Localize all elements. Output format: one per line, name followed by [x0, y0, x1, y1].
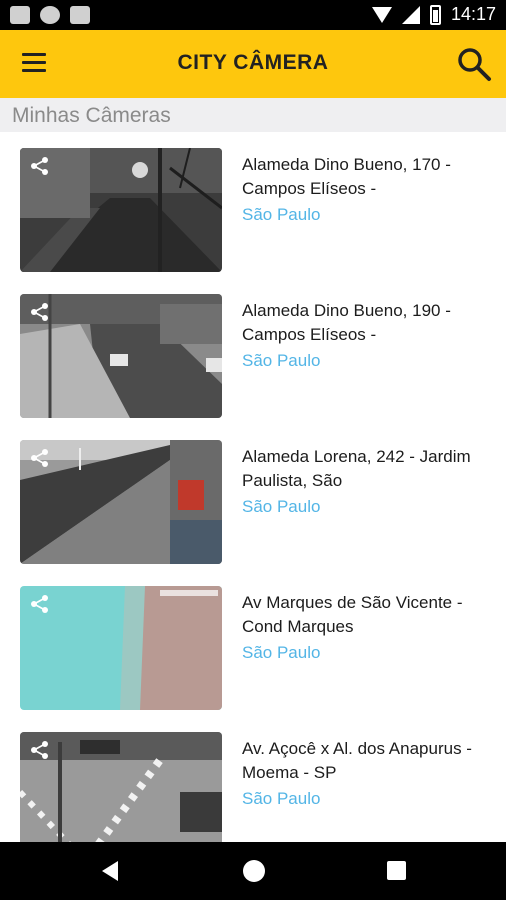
camera-title: Alameda Dino Bueno, 190 - Campos Elíseos… [242, 301, 451, 344]
camera-item[interactable]: Alameda Dino Bueno, 170 - Campos Elíseos… [0, 132, 506, 278]
camera-thumbnail[interactable] [20, 440, 222, 564]
app-title: CITY CÂMERA [177, 51, 329, 74]
camera-title: Alameda Lorena, 242 - Jardim Paulista, S… [242, 447, 471, 490]
camera-thumbnail[interactable] [20, 586, 222, 710]
camera-thumbnail[interactable] [20, 148, 222, 272]
system-icons: 14:17 [371, 4, 496, 25]
navigation-bar [0, 842, 506, 900]
camera-item[interactable]: Av Marques de São Vicente - Cond Marques… [0, 570, 506, 716]
back-icon[interactable] [102, 861, 118, 881]
camera-title: Av. Açocê x Al. dos Anapurus - Moema - S… [242, 739, 472, 782]
signal-icon [401, 5, 420, 24]
camera-title: Alameda Dino Bueno, 170 - Campos Elíseos… [242, 155, 451, 198]
camera-item[interactable]: Alameda Lorena, 242 - Jardim Paulista, S… [0, 424, 506, 570]
camera-list[interactable]: Alameda Dino Bueno, 170 - Campos Elíseos… [0, 132, 506, 842]
camera-thumbnail[interactable] [20, 294, 222, 418]
app-bar: CITY CÂMERA [0, 30, 506, 98]
battery-icon [429, 4, 441, 25]
camera-city[interactable]: São Paulo [242, 497, 320, 517]
share-icon[interactable] [30, 156, 50, 176]
camera-item[interactable]: Alameda Dino Bueno, 190 - Campos Elíseos… [0, 278, 506, 424]
camera-item[interactable]: Av. Açocê x Al. dos Anapurus - Moema - S… [0, 716, 506, 842]
status-time: 14:17 [450, 4, 496, 24]
share-icon[interactable] [30, 448, 50, 468]
recents-icon[interactable] [387, 861, 406, 880]
share-icon[interactable] [30, 302, 50, 322]
status-bar: 14:17 [0, 0, 506, 30]
camera-city[interactable]: São Paulo [242, 643, 320, 663]
circle-icon [40, 6, 60, 24]
camera-city[interactable]: São Paulo [242, 351, 320, 371]
sd-card-icon [70, 6, 90, 24]
section-header: Minhas Câmeras [0, 98, 506, 132]
share-icon[interactable] [30, 594, 50, 614]
camera-thumbnail[interactable] [20, 732, 222, 842]
camera-city[interactable]: São Paulo [242, 789, 320, 809]
home-icon[interactable] [243, 860, 265, 882]
gmail-icon [10, 6, 30, 24]
share-icon[interactable] [30, 740, 50, 760]
wifi-icon [371, 6, 392, 23]
notification-icons [10, 6, 90, 24]
camera-city[interactable]: São Paulo [242, 205, 320, 225]
camera-title: Av Marques de São Vicente - Cond Marques [242, 593, 463, 636]
search-icon[interactable] [456, 46, 492, 82]
